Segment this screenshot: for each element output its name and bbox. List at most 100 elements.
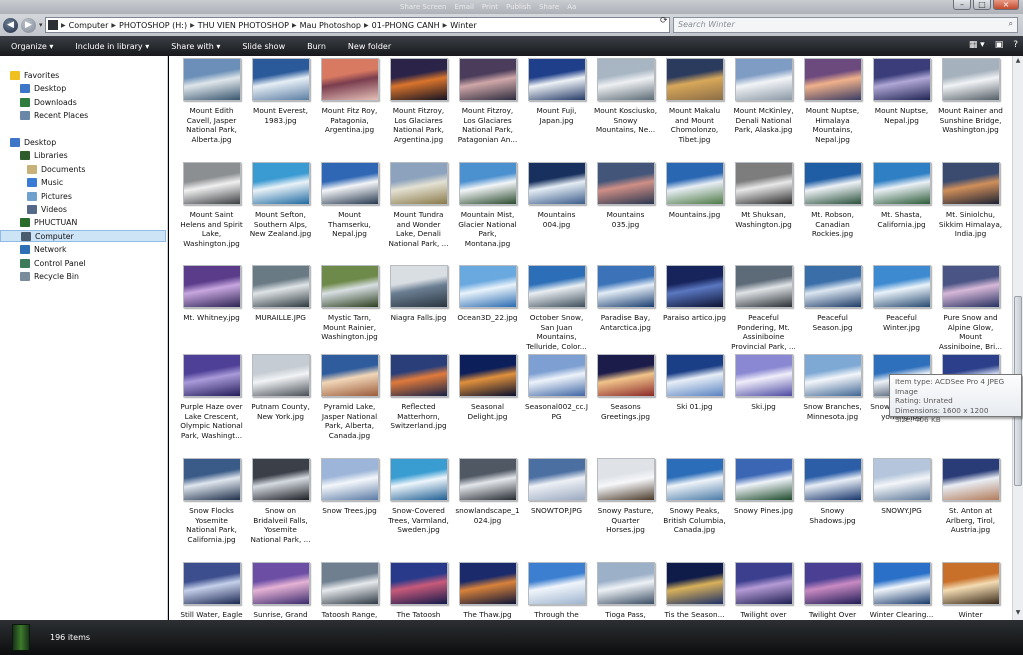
file-item[interactable]: St. Anton at Arlberg, Tirol, Austria.jpg: [938, 458, 1003, 535]
title-item[interactable]: Aa: [567, 3, 576, 11]
address-bar[interactable]: ▶ Computer ▶ PHOTOSHOP (H:) ▶ THU VIEN P…: [45, 17, 670, 33]
file-item[interactable]: Mt. Robson, Canadian Rockies.jpg: [800, 162, 865, 239]
file-item[interactable]: SNOWTOP.JPG: [524, 458, 589, 516]
file-item[interactable]: Mount Thamserku, Nepal.jpg: [317, 162, 382, 239]
file-item[interactable]: SNOWY.JPG: [869, 458, 934, 516]
file-item[interactable]: Putnam County, New York.jpg: [248, 354, 313, 421]
file-item[interactable]: Mount McKinley, Denali National Park, Al…: [731, 58, 796, 135]
file-item[interactable]: Seasonal002_cc.JPG: [524, 354, 589, 421]
file-item[interactable]: Purple Haze over Lake Crescent, Olympic …: [179, 354, 244, 440]
breadcrumb[interactable]: THU VIEN PHOTOSHOP: [195, 21, 292, 30]
file-item[interactable]: Mountains 035.jpg: [593, 162, 658, 229]
nav-item-phuctuan[interactable]: PHUCTUAN: [20, 216, 77, 228]
file-item[interactable]: Niagra Falls.jpg: [386, 265, 451, 323]
change-view-icon[interactable]: ▦ ▾: [969, 40, 985, 50]
file-item[interactable]: Mountains 004.jpg: [524, 162, 589, 229]
burn-button[interactable]: Burn: [296, 42, 337, 51]
file-item[interactable]: Mount Nuptse, Himalaya Mountains, Nepal.…: [800, 58, 865, 144]
title-item[interactable]: Share Screen: [400, 3, 447, 11]
file-item[interactable]: snowlandscape_1024.jpg: [455, 458, 520, 525]
file-item[interactable]: Snowy Pasture, Quarter Horses.jpg: [593, 458, 658, 535]
file-item[interactable]: Mystic Tarn, Mount Rainier, Washington.j…: [317, 265, 382, 342]
file-item[interactable]: Mt. Whitney.jpg: [179, 265, 244, 323]
file-item[interactable]: Ski.jpg: [731, 354, 796, 412]
file-item[interactable]: Mount Everest, 1983.jpg: [248, 58, 313, 125]
file-item[interactable]: October Snow, San Juan Mountains, Tellur…: [524, 265, 589, 351]
file-item[interactable]: The Tatoosh Range in Winter...: [386, 562, 451, 620]
scroll-up-icon[interactable]: ▲: [1014, 57, 1022, 67]
file-item[interactable]: Sunrise, Grand Teton National...: [248, 562, 313, 620]
nav-item-recycle-bin[interactable]: Recycle Bin: [20, 270, 79, 282]
file-item[interactable]: MURAILLE.JPG: [248, 265, 313, 323]
close-button[interactable]: ×: [993, 0, 1019, 10]
file-item[interactable]: Ski 01.jpg: [662, 354, 727, 412]
file-item[interactable]: Ocean3D_22.jpg: [455, 265, 520, 323]
file-item[interactable]: Snow Branches, Minnesota.jpg: [800, 354, 865, 421]
file-item[interactable]: Still Water, Eagle River, Alaska.jpg: [179, 562, 244, 620]
nav-item-desktop[interactable]: Desktop: [20, 82, 66, 94]
nav-item-control-panel[interactable]: Control Panel: [20, 257, 86, 269]
file-item[interactable]: Peaceful Winter.jpg: [869, 265, 934, 332]
file-item[interactable]: Pyramid Lake, Jasper National Park, Albe…: [317, 354, 382, 440]
include-in-library-button[interactable]: Include in library ▾: [64, 42, 160, 51]
refresh-icon[interactable]: ⟳: [660, 16, 668, 26]
title-item[interactable]: Publish: [506, 3, 531, 11]
file-item[interactable]: The Thaw.jpg: [455, 562, 520, 620]
file-item[interactable]: Snowy Pines.jpg: [731, 458, 796, 516]
file-item[interactable]: Twilight over Chilkat Range...: [731, 562, 796, 620]
file-item[interactable]: Tioga Pass, Yosemite...: [593, 562, 658, 620]
file-item[interactable]: Mount Fitzroy, Los Glaciares National Pa…: [386, 58, 451, 144]
file-item[interactable]: Mount Sefton, Southern Alps, New Zealand…: [248, 162, 313, 239]
file-item[interactable]: Through the Iceberg...: [524, 562, 589, 620]
file-item[interactable]: Snow Flocks Yosemite National Park, Cali…: [179, 458, 244, 544]
file-item[interactable]: Mount Makalu and Mount Chomolonzo, Tibet…: [662, 58, 727, 144]
file-item[interactable]: Seasonal Delight.jpg: [455, 354, 520, 421]
vertical-scrollbar[interactable]: ▲ ▼: [1012, 56, 1023, 620]
file-item[interactable]: Mount Edith Cavell, Jasper National Park…: [179, 58, 244, 144]
file-item[interactable]: Mount Fitz Roy, Patagonia, Argentina.jpg: [317, 58, 382, 135]
file-item[interactable]: Mt. Shasta, California.jpg: [869, 162, 934, 229]
file-item[interactable]: Mount Kosciusko, Snowy Mountains, Ne...: [593, 58, 658, 135]
file-item[interactable]: Pure Snow and Alpine Glow, Mount Assinib…: [938, 265, 1003, 351]
nav-item-libraries[interactable]: Libraries: [20, 149, 68, 161]
title-item[interactable]: Email: [455, 3, 474, 11]
file-item[interactable]: Mount Fitzroy, Los Glaciares National Pa…: [455, 58, 520, 144]
file-item[interactable]: Snowy Shadows.jpg: [800, 458, 865, 525]
slide-show-button[interactable]: Slide show: [231, 42, 296, 51]
file-item[interactable]: Seasons Greetings.jpg: [593, 354, 658, 421]
breadcrumb[interactable]: PHOTOSHOP (H:): [116, 21, 190, 30]
file-item[interactable]: Mount Tundra and Wonder Lake, Denali Nat…: [386, 162, 451, 248]
file-item[interactable]: Winter Clearing...: [869, 562, 934, 620]
file-item[interactable]: Mountains.jpg: [662, 162, 727, 220]
nav-item-computer[interactable]: Computer: [0, 230, 166, 242]
breadcrumb[interactable]: Mau Photoshop: [297, 21, 364, 30]
title-item[interactable]: Share: [539, 3, 559, 11]
minimize-button[interactable]: –: [953, 0, 971, 10]
file-item[interactable]: Mount Rainer and Sunshine Bridge, Washin…: [938, 58, 1003, 135]
file-item[interactable]: Paraiso artico.jpg: [662, 265, 727, 323]
help-icon[interactable]: ?: [1013, 40, 1018, 50]
file-item[interactable]: Mount Fuji, Japan.jpg: [524, 58, 589, 125]
search-input[interactable]: Search Winter ⌕: [673, 17, 1018, 33]
file-item[interactable]: Reflected Matterhorn, Switzerland.jpg: [386, 354, 451, 431]
recent-pages-dropdown-icon[interactable]: ▾: [39, 21, 43, 29]
breadcrumb[interactable]: Winter: [447, 21, 479, 30]
title-item[interactable]: Print: [482, 3, 498, 11]
file-item[interactable]: Peaceful Pondering, Mt. Assiniboine Prov…: [731, 265, 796, 351]
nav-item-documents[interactable]: Documents: [27, 163, 85, 175]
file-item[interactable]: Mt Shuksan, Washington.jpg: [731, 162, 796, 229]
file-item[interactable]: Mountain Mist, Glacier National Park, Mo…: [455, 162, 520, 248]
file-item[interactable]: Paradise Bay, Antarctica.jpg: [593, 265, 658, 332]
back-button[interactable]: ◀: [3, 17, 18, 33]
file-item[interactable]: Snow-Covered Trees, Varmland, Sweden.jpg: [386, 458, 451, 535]
maximize-button[interactable]: □: [973, 0, 991, 10]
nav-item-pictures[interactable]: Pictures: [27, 190, 72, 202]
organize-button[interactable]: Organize ▾: [0, 42, 64, 51]
nav-item-recent-places[interactable]: Recent Places: [20, 109, 88, 121]
nav-item-music[interactable]: Music: [27, 176, 63, 188]
file-item[interactable]: Tis the Season...: [662, 562, 727, 620]
preview-pane-icon[interactable]: ▣: [995, 40, 1004, 50]
nav-item-desktop[interactable]: Desktop: [10, 136, 56, 148]
file-item[interactable]: Peaceful Season.jpg: [800, 265, 865, 332]
new-folder-button[interactable]: New folder: [337, 42, 402, 51]
